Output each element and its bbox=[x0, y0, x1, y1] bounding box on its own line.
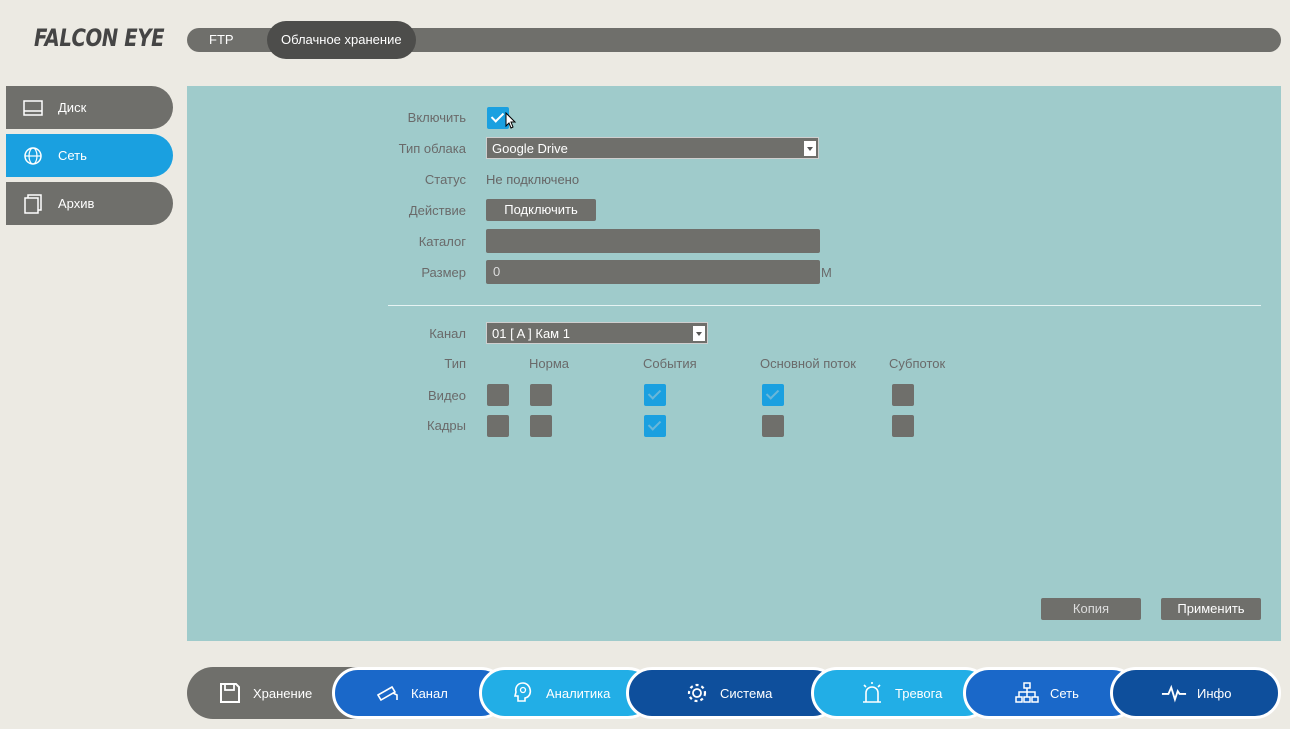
brand-logo: FALCON EYE bbox=[34, 24, 165, 52]
globe-icon bbox=[23, 146, 43, 166]
video-substream-checkbox[interactable] bbox=[892, 384, 914, 406]
status-label: Статус bbox=[424, 172, 466, 187]
bottom-nav: Хранение Канал Аналитика Система Тревога… bbox=[187, 667, 1281, 719]
size-label: Размер bbox=[421, 265, 466, 280]
size-input[interactable]: 0 bbox=[486, 260, 820, 284]
alarm-icon bbox=[859, 680, 885, 706]
nav-label: Система bbox=[720, 685, 773, 701]
video-label: Видео bbox=[428, 388, 466, 403]
cloud-type-value: Google Drive bbox=[492, 141, 568, 156]
camera-icon bbox=[375, 680, 401, 706]
column-events: События bbox=[643, 356, 697, 371]
tab-cloud-storage[interactable]: Облачное хранение bbox=[267, 21, 416, 59]
apply-button[interactable]: Применить bbox=[1161, 598, 1261, 620]
status-value: Не подключено bbox=[486, 172, 580, 187]
chevron-down-icon bbox=[693, 326, 705, 341]
video-all-checkbox[interactable] bbox=[487, 384, 509, 406]
frames-normal-checkbox[interactable] bbox=[530, 415, 552, 437]
pulse-icon bbox=[1161, 680, 1187, 706]
frames-substream-checkbox[interactable] bbox=[892, 415, 914, 437]
cloud-type-select[interactable]: Google Drive bbox=[486, 137, 819, 159]
video-events-checkbox[interactable] bbox=[644, 384, 666, 406]
nav-label: Сеть bbox=[1050, 685, 1079, 701]
channel-label: Канал bbox=[429, 326, 466, 341]
disk-icon bbox=[23, 98, 43, 118]
section-divider bbox=[388, 305, 1261, 306]
size-unit: M bbox=[821, 265, 832, 280]
top-tab-bar: FTP Облачное хранение bbox=[187, 21, 1281, 59]
archive-icon bbox=[23, 193, 43, 214]
network-icon bbox=[1014, 680, 1040, 706]
channel-select[interactable]: 01 [ A ] Кам 1 bbox=[486, 322, 708, 344]
catalog-input[interactable] bbox=[486, 229, 820, 253]
settings-panel: Включить Тип облака Google Drive Статус … bbox=[187, 86, 1281, 641]
nav-label: Тревога bbox=[895, 685, 943, 701]
enable-label: Включить bbox=[407, 110, 466, 125]
analytics-icon bbox=[510, 680, 536, 706]
nav-label: Инфо bbox=[1197, 685, 1232, 701]
tab-ftp[interactable]: FTP bbox=[209, 28, 234, 52]
sidebar-item-label: Сеть bbox=[58, 148, 87, 163]
video-normal-checkbox[interactable] bbox=[530, 384, 552, 406]
frames-events-checkbox[interactable] bbox=[644, 415, 666, 437]
sidebar-item-disk[interactable]: Диск bbox=[6, 86, 173, 129]
column-main-stream: Основной поток bbox=[760, 356, 856, 371]
catalog-label: Каталог bbox=[418, 234, 466, 249]
action-label: Действие bbox=[408, 203, 466, 218]
frames-all-checkbox[interactable] bbox=[487, 415, 509, 437]
copy-button[interactable]: Копия bbox=[1041, 598, 1141, 620]
cloud-type-label: Тип облака bbox=[398, 141, 466, 156]
frames-main-stream-checkbox[interactable] bbox=[762, 415, 784, 437]
nav-label: Канал bbox=[411, 685, 448, 701]
chevron-down-icon bbox=[804, 141, 816, 156]
mouse-cursor-icon bbox=[505, 112, 517, 129]
sidebar-item-label: Архив bbox=[58, 196, 95, 211]
nav-label: Хранение bbox=[253, 685, 313, 701]
column-substream: Субпоток bbox=[889, 356, 946, 371]
channel-value: 01 [ A ] Кам 1 bbox=[492, 326, 570, 341]
nav-label: Аналитика bbox=[546, 685, 611, 701]
gear-icon bbox=[684, 680, 710, 706]
save-icon bbox=[217, 680, 243, 706]
connect-button[interactable]: Подключить bbox=[486, 199, 596, 221]
nav-info[interactable]: Инфо bbox=[1110, 667, 1281, 719]
sidebar-item-archive[interactable]: Архив bbox=[6, 182, 173, 225]
sidebar-item-label: Диск bbox=[58, 100, 87, 115]
type-label: Тип bbox=[444, 356, 466, 371]
sidebar-item-network[interactable]: Сеть bbox=[6, 134, 173, 177]
frames-label: Кадры bbox=[427, 418, 466, 433]
nav-system[interactable]: Система bbox=[626, 667, 839, 719]
video-main-stream-checkbox[interactable] bbox=[762, 384, 784, 406]
column-normal: Норма bbox=[529, 356, 570, 371]
